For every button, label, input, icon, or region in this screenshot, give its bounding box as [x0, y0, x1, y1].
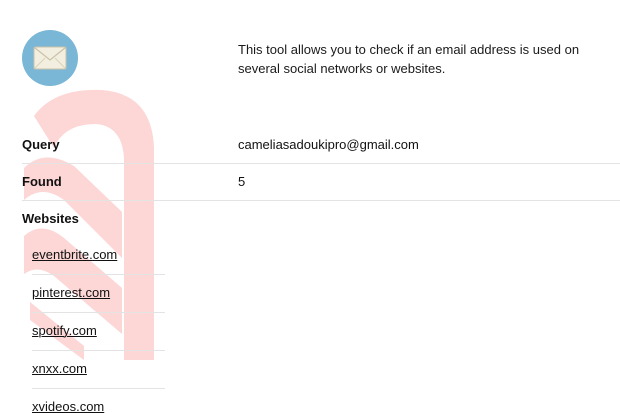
found-row: Found 5	[22, 163, 620, 201]
websites-label: Websites	[22, 211, 79, 226]
query-value: cameliasadoukipro@gmail.com	[238, 137, 419, 152]
query-row: Query cameliasadoukipro@gmail.com	[22, 126, 620, 164]
found-label: Found	[22, 174, 62, 189]
website-link[interactable]: eventbrite.com	[32, 237, 165, 273]
website-list: eventbrite.com pinterest.com spotify.com…	[32, 237, 165, 413]
found-count: 5	[238, 174, 246, 189]
website-link[interactable]: xnxx.com	[32, 351, 165, 387]
list-item: spotify.com	[32, 313, 165, 351]
website-link[interactable]: xvideos.com	[32, 389, 165, 413]
websites-row: Websites	[22, 200, 620, 237]
website-link[interactable]: pinterest.com	[32, 275, 165, 311]
list-item: xnxx.com	[32, 351, 165, 389]
list-item: xvideos.com	[32, 389, 165, 413]
envelope-icon	[22, 30, 78, 86]
list-item: pinterest.com	[32, 275, 165, 313]
email-checker-page: This tool allows you to check if an emai…	[0, 0, 620, 413]
tool-description: This tool allows you to check if an emai…	[238, 42, 580, 76]
list-item: eventbrite.com	[32, 237, 165, 275]
website-link[interactable]: spotify.com	[32, 313, 165, 349]
query-label: Query	[22, 137, 60, 152]
